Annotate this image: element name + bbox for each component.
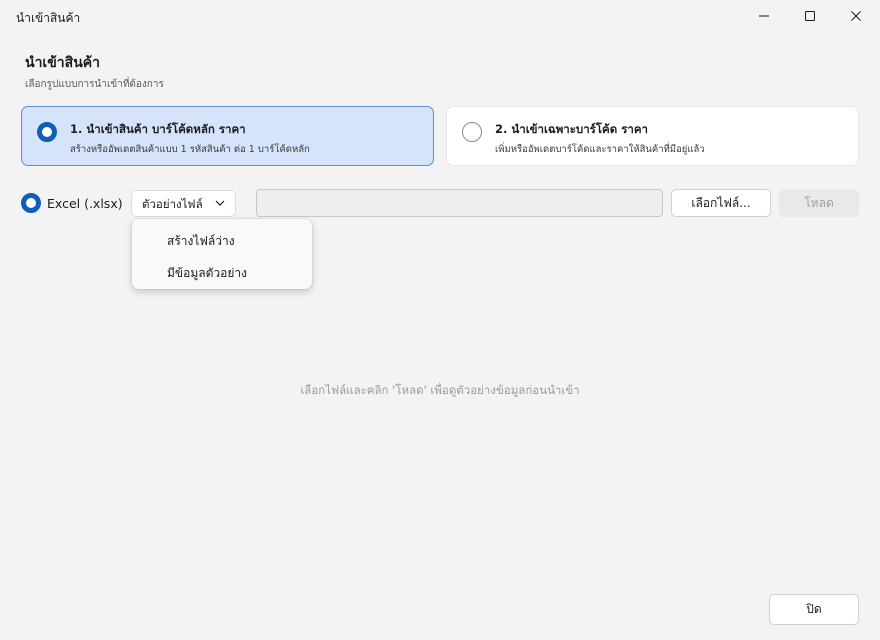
- menu-item-label: มีข้อมูลตัวอย่าง: [167, 266, 247, 280]
- maximize-icon: [805, 11, 815, 21]
- minimize-button[interactable]: [741, 0, 787, 32]
- minimize-icon: [759, 15, 769, 17]
- close-window-button[interactable]: [833, 0, 879, 32]
- option-description: เพิ่มหรืออัพเดตบาร์โค้ดและราคาให้สินค้าท…: [495, 144, 705, 155]
- sample-file-dropdown[interactable]: ตัวอย่างไฟล์: [131, 190, 236, 217]
- option-title: 1. นำเข้าสินค้า บาร์โค้ดหลัก ราคา: [70, 122, 246, 136]
- load-button[interactable]: โหลด: [779, 189, 859, 217]
- page-title: นำเข้าสินค้า: [25, 55, 100, 71]
- menu-item-label: สร้างไฟล์ว่าง: [167, 234, 235, 248]
- import-option-barcode-only[interactable]: 2. นำเข้าเฉพาะบาร์โค้ด ราคา เพิ่มหรืออัพ…: [446, 106, 859, 166]
- chevron-down-icon: [215, 200, 225, 206]
- browse-file-button[interactable]: เลือกไฟล์...: [671, 189, 771, 217]
- title-bar: นำเข้าสินค้า: [0, 0, 880, 34]
- menu-item-empty-file[interactable]: สร้างไฟล์ว่าง: [132, 224, 312, 254]
- excel-format-radio[interactable]: [21, 193, 41, 213]
- close-button[interactable]: ปิด: [769, 594, 859, 625]
- option-title: 2. นำเข้าเฉพาะบาร์โค้ด ราคา: [495, 122, 648, 136]
- import-products-window: นำเข้าสินค้า นำเข้าสินค้า เลือกรูปแบบการ…: [0, 0, 880, 640]
- window-title: นำเข้าสินค้า: [16, 11, 81, 25]
- sample-file-dropdown-label: ตัวอย่างไฟล์: [142, 197, 203, 211]
- menu-item-sample-data[interactable]: มีข้อมูลตัวอย่าง: [132, 256, 312, 286]
- file-path-field[interactable]: [256, 189, 663, 217]
- option-description: สร้างหรืออัพเดตสินค้าแบบ 1 รหัสสินค้า ต่…: [70, 144, 310, 155]
- option-radio[interactable]: [462, 122, 482, 142]
- maximize-button[interactable]: [787, 0, 833, 32]
- excel-format-label: Excel (.xlsx): [47, 196, 123, 211]
- option-radio-selected[interactable]: [37, 122, 57, 142]
- preview-empty-hint: เลือกไฟล์และคลิก 'โหลด' เพื่อดูตัวอย่างข…: [300, 383, 580, 397]
- sample-file-menu: สร้างไฟล์ว่าง มีข้อมูลตัวอย่าง: [132, 219, 312, 289]
- import-option-main-barcode[interactable]: 1. นำเข้าสินค้า บาร์โค้ดหลัก ราคา สร้างห…: [21, 106, 434, 166]
- close-icon: [851, 11, 861, 21]
- page-subtitle: เลือกรูปแบบการนำเข้าที่ต้องการ: [25, 79, 164, 90]
